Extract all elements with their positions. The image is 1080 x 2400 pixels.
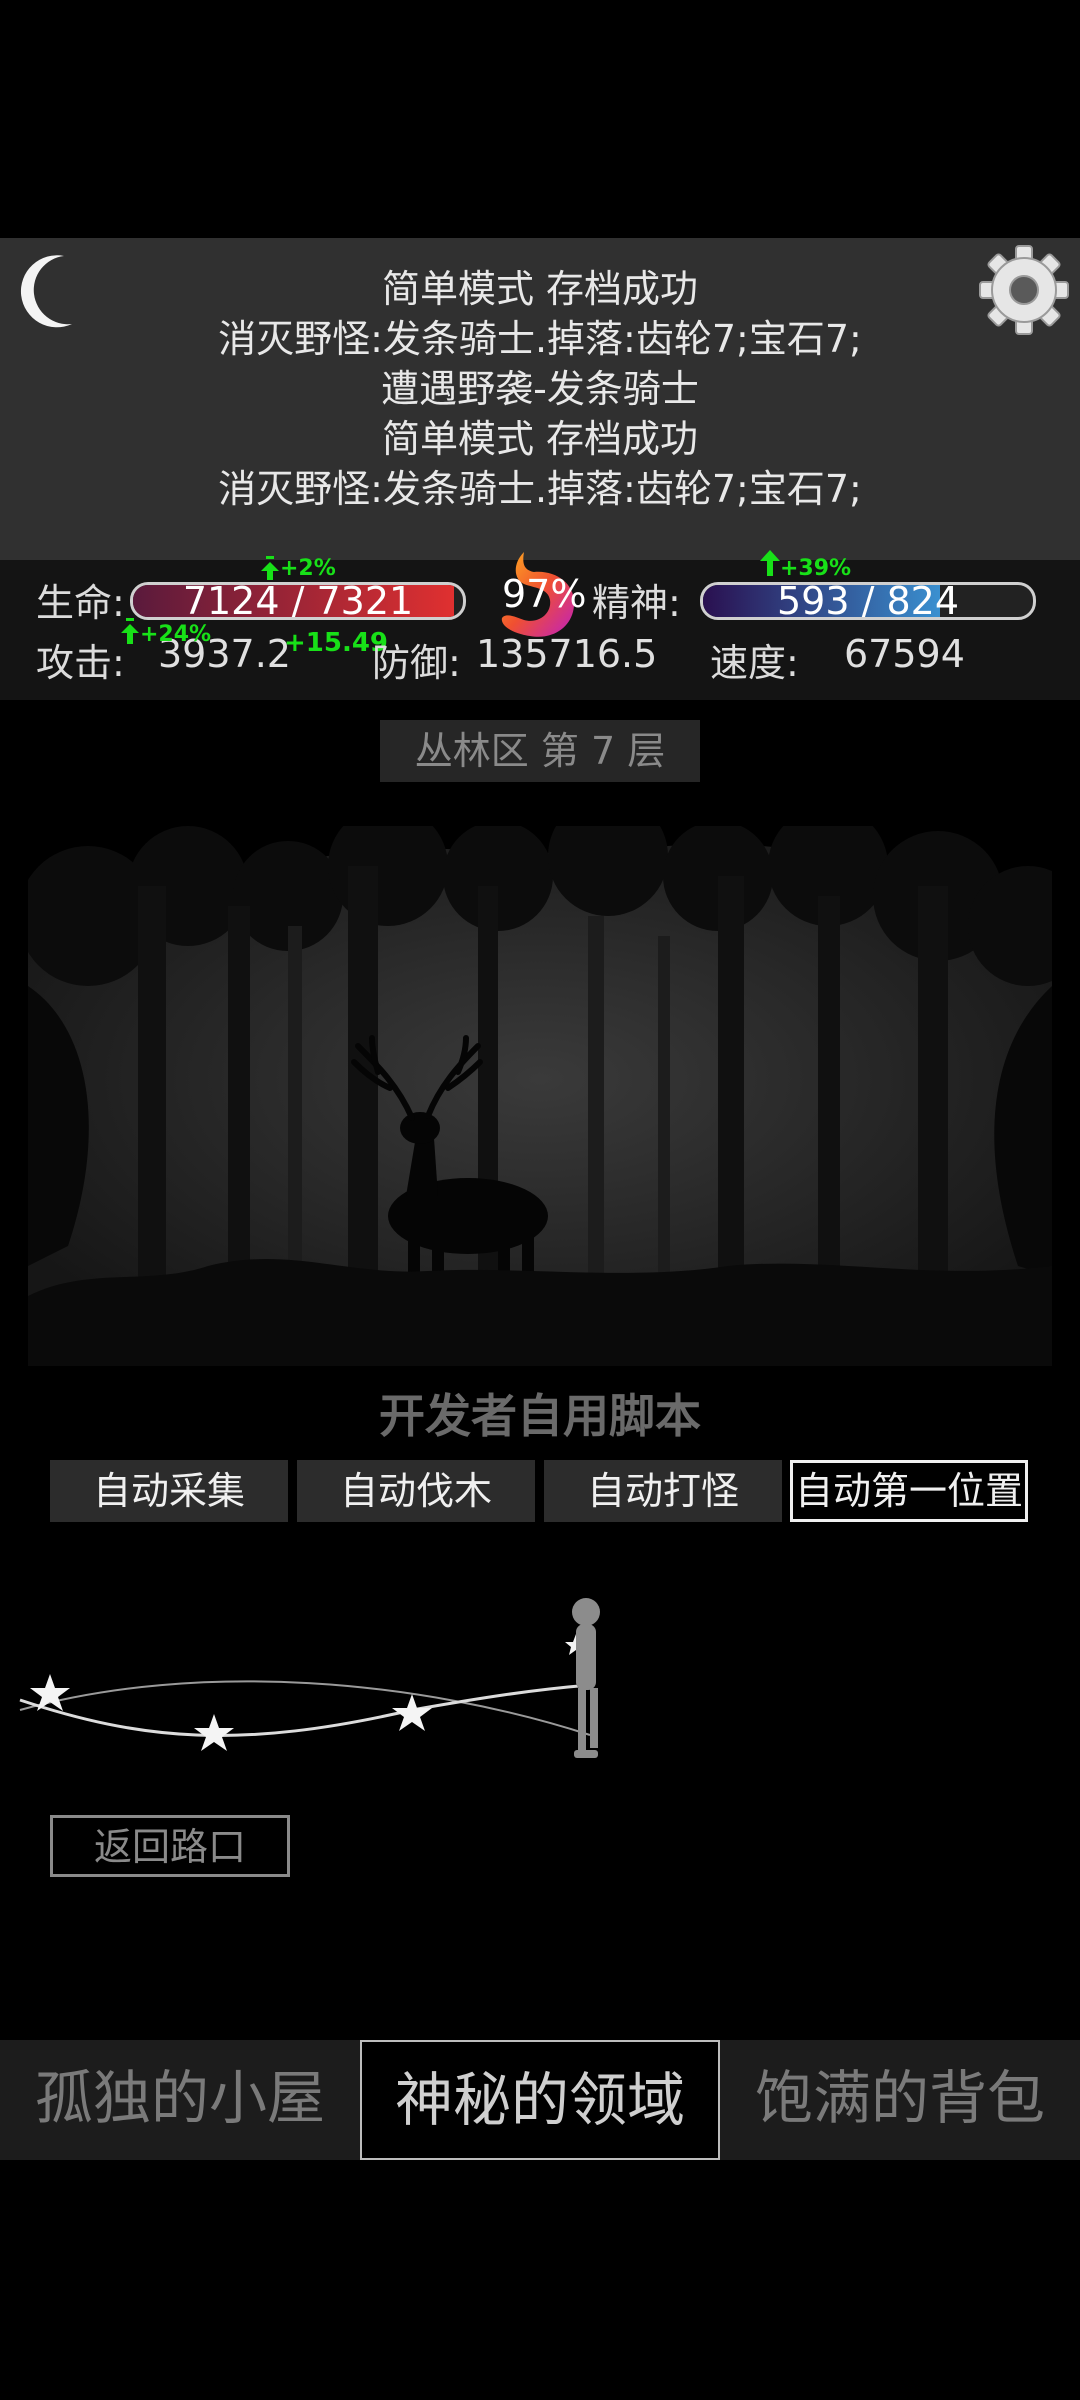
- tab-mysterious-domain[interactable]: 神秘的领域: [360, 2040, 720, 2160]
- defense-label: 防御:: [372, 641, 461, 685]
- speed-value: 67594: [844, 632, 965, 676]
- up-arrow-icon: [261, 556, 279, 580]
- log-line: 简单模式 存档成功: [381, 267, 699, 311]
- defense-value: 135716.5: [476, 632, 658, 676]
- message-log: 简单模式 存档成功 消灭野怪:发条骑士.掉落:齿轮7;宝石7; 遭遇野袭-发条骑…: [0, 264, 1080, 514]
- hp-buff: +2%: [280, 556, 336, 581]
- auto-lumber-button[interactable]: 自动伐木: [297, 1460, 535, 1522]
- hp-text: 7124 / 7321: [182, 582, 414, 620]
- player-silhouette: [572, 1598, 600, 1758]
- hp-bar: 7124 / 7321: [130, 582, 466, 620]
- spirit-bar: 593 / 824: [700, 582, 1036, 620]
- spirit-label: 精神:: [592, 581, 681, 625]
- script-title: 开发者自用脚本: [379, 1389, 701, 1443]
- speed-label: 速度:: [710, 641, 799, 685]
- path-star-icons: [30, 1634, 587, 1751]
- hunger-value: 97%: [502, 572, 587, 616]
- spirit-text: 593 / 824: [776, 582, 960, 620]
- log-line: 消灭野怪:发条骑士.掉落:齿轮7;宝石7;: [218, 467, 862, 511]
- auto-fight-button[interactable]: 自动打怪: [544, 1460, 782, 1522]
- auto-gather-button[interactable]: 自动采集: [50, 1460, 288, 1522]
- hp-label: 生命:: [36, 581, 125, 625]
- spirit-buff: +39%: [780, 556, 852, 581]
- up-arrow-icon: [760, 550, 780, 576]
- area-floor-badge: 丛林区 第 7 层: [380, 720, 700, 782]
- return-crossroad-button[interactable]: 返回路口: [50, 1815, 290, 1877]
- log-line: 遭遇野袭-发条骑士: [381, 367, 699, 411]
- auto-first-position-button[interactable]: 自动第一位置: [790, 1460, 1028, 1522]
- bottom-tab-bar: 孤独的小屋 神秘的领域 饱满的背包: [0, 2040, 1080, 2160]
- log-line: 消灭野怪:发条骑士.掉落:齿轮7;宝石7;: [218, 317, 862, 361]
- star-path-map: [19, 1598, 600, 1758]
- log-line: 简单模式 存档成功: [381, 417, 699, 461]
- forest-deer-scene: [28, 826, 1052, 1366]
- tab-lonely-cabin[interactable]: 孤独的小屋: [0, 2040, 360, 2160]
- up-arrow-icon: [121, 618, 139, 644]
- tab-full-backpack[interactable]: 饱满的背包: [720, 2040, 1080, 2160]
- attack-label: 攻击:: [36, 641, 125, 685]
- attack-buff: +24%: [140, 622, 212, 647]
